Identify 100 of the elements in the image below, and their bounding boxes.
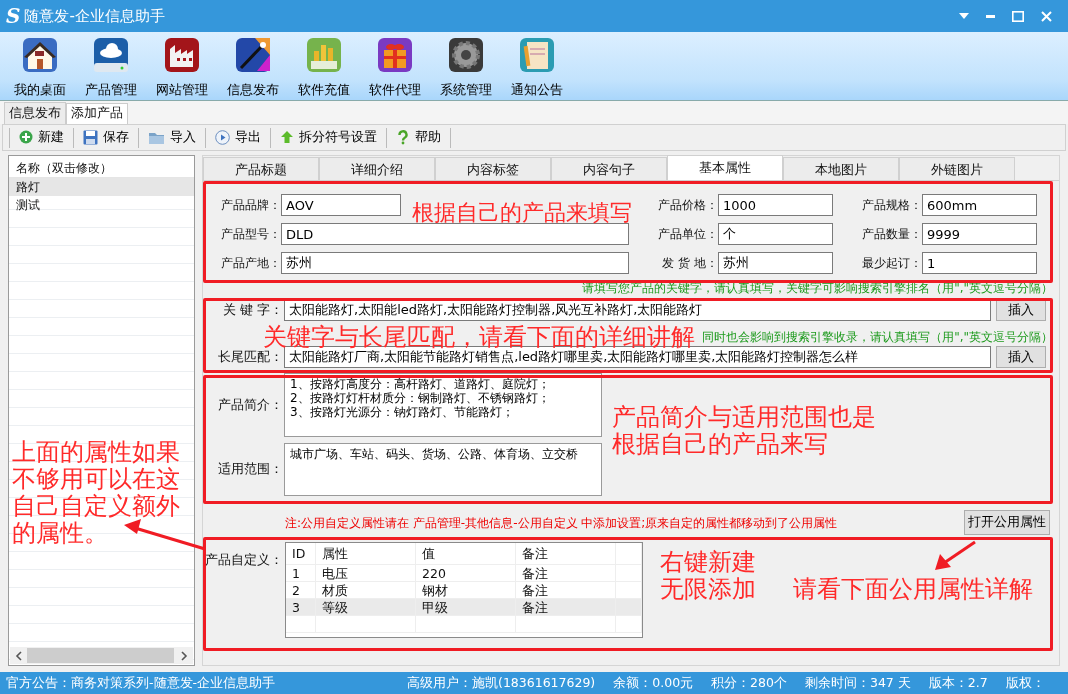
close-icon[interactable]	[1041, 10, 1052, 22]
field-label: 产品型号：	[220, 226, 281, 243]
form-tab[interactable]: 产品标题	[203, 157, 319, 180]
status-text: 高级用户：施凯(18361617629)	[407, 673, 596, 692]
status-text: 版本：2.7	[928, 673, 988, 692]
table-cell: 甲级	[416, 599, 516, 616]
list-item[interactable]: 路灯	[9, 178, 194, 196]
window-title: 随意发-企业信息助手	[24, 5, 165, 27]
annotation-text: 根据自己的产品来填写	[412, 199, 632, 226]
annotation-text: 的属性。	[12, 520, 108, 547]
ribbon-button[interactable]: 产品管理	[75, 32, 146, 100]
scroll-right-icon[interactable]	[180, 651, 188, 661]
ribbon-button[interactable]: 网站管理	[146, 32, 217, 100]
cloud-icon	[92, 37, 129, 73]
minimize-icon[interactable]	[986, 14, 995, 18]
status-text: 积分：280个	[711, 673, 787, 692]
document-tab[interactable]: 添加产品	[66, 103, 128, 124]
insert-button[interactable]: 插入	[996, 346, 1046, 368]
toolbar-button[interactable]: 帮助	[387, 128, 450, 147]
play-icon	[215, 130, 230, 145]
ribbon-button[interactable]: 信息发布	[217, 32, 288, 100]
form-tab[interactable]: 内容句子	[551, 157, 667, 180]
field-label: 最少起订：	[861, 255, 922, 272]
annotation-arrow	[935, 540, 976, 570]
table-row[interactable]: 1 电压 220 备注	[286, 565, 642, 582]
field-label: 发 货 地：	[661, 255, 718, 272]
field-label: 关 键 字：	[222, 300, 283, 319]
table-cell: 3	[286, 599, 316, 616]
column-header[interactable]: 值	[416, 543, 516, 565]
input-field[interactable]: DLD	[281, 223, 629, 245]
input-field[interactable]: 9999	[922, 223, 1037, 245]
toolbar-button[interactable]: 拆分符号设置	[271, 128, 386, 147]
gear-icon	[447, 37, 484, 73]
field-label: 产品品牌：	[220, 197, 281, 214]
annotation-text: 自己自定义额外	[12, 493, 180, 520]
up-arrow-icon	[280, 130, 294, 145]
open-button[interactable]: 打开公用属性	[964, 510, 1050, 535]
form-tab[interactable]: 本地图片	[783, 157, 899, 180]
field-label: 适用范围：	[217, 460, 283, 479]
toolbar-button[interactable]: 导出	[206, 128, 270, 147]
status-text: 余额：0.00元	[613, 673, 694, 692]
toolbar-button[interactable]: 保存	[74, 128, 138, 147]
ribbon-button[interactable]: 通知公告	[501, 32, 572, 100]
table-cell: 等级	[316, 599, 416, 616]
input-field[interactable]: AOV	[281, 194, 401, 216]
toolbar-button[interactable]: 新建	[10, 128, 73, 147]
table-cell: 220	[416, 565, 516, 582]
attribute-table[interactable]: ID 属性 值 备注 1 电压 220 备注 2 材质 钢材 备注 3 等级 甲级 备注	[285, 542, 643, 638]
coins-icon	[305, 37, 342, 73]
app-logo: S	[6, 4, 21, 28]
note-text: 注:公用自定义属性请在 产品管理-其他信息-公用自定义 中添加设置;原来自定的属性都移动到了公用属性	[285, 514, 838, 532]
maximize-icon[interactable]	[1012, 10, 1024, 22]
table-row[interactable]: 3 等级 甲级 备注	[286, 599, 642, 616]
scroll-left-icon[interactable]	[15, 651, 23, 661]
factory-icon	[163, 37, 200, 73]
annotation-text: 请看下面公用属性详解	[793, 576, 1033, 603]
plus-icon	[19, 130, 33, 145]
input-field[interactable]: 1	[922, 252, 1037, 274]
description-field[interactable]: 1、按路灯高度分：高杆路灯、道路灯、庭院灯； 2、按路灯灯杆材质分：钢制路灯、不锈钢路灯； 3、按路灯光源分：钠灯路灯、节能路灯；	[284, 373, 602, 437]
ribbon-button[interactable]: 我的桌面	[4, 32, 75, 100]
house-icon	[21, 37, 58, 73]
question-mark-icon	[396, 130, 410, 145]
field-label: 产品简介：	[217, 395, 283, 414]
hint-text: 同时也会影响到搜索引擎收录，请认真填写（用","英文逗号分隔）	[702, 330, 1053, 344]
status-text: 剩余时间：347 天	[804, 673, 911, 692]
ribbon-button[interactable]: 软件充值	[288, 32, 359, 100]
input-field[interactable]: 苏州	[718, 252, 833, 274]
input-field[interactable]: 1000	[718, 194, 833, 216]
annotation-text: 根据自己的产品来写	[612, 431, 828, 458]
annotation-text: 上面的属性如果	[12, 439, 180, 466]
annotation-text: 无限添加	[660, 576, 756, 603]
input-field[interactable]: 个	[718, 223, 833, 245]
column-header[interactable]: 备注	[516, 543, 616, 565]
text-area[interactable]: 城市广场、车站、码头、货场、公路、体育场、立交桥	[284, 443, 602, 496]
notepad-icon	[518, 37, 555, 73]
ribbon-button[interactable]: 系统管理	[430, 32, 501, 100]
form-tab[interactable]: 外链图片	[899, 157, 1015, 180]
gift-icon	[376, 37, 413, 73]
form-tab[interactable]: 详细介绍	[319, 157, 435, 180]
field-label: 产品单位：	[657, 226, 718, 243]
annotation-text: 不够用可以在这	[12, 466, 180, 493]
wand-icon	[234, 37, 271, 73]
form-tab[interactable]: 基本属性	[667, 155, 783, 180]
list-item[interactable]: 测试	[9, 196, 194, 214]
table-cell: 备注	[516, 565, 616, 582]
input-field[interactable]: 苏州	[281, 252, 629, 274]
horizontal-scrollbar[interactable]	[10, 647, 193, 664]
input-field[interactable]: 太阳能路灯,太阳能led路灯,太阳能路灯控制器,风光互补路灯,太阳能路灯	[284, 299, 991, 321]
toolbar-button[interactable]: 导入	[139, 128, 205, 147]
column-header[interactable]: 属性	[316, 543, 416, 565]
column-header[interactable]: ID	[286, 543, 316, 565]
input-field[interactable]: 600mm	[922, 194, 1037, 216]
insert-button[interactable]: 插入	[996, 299, 1046, 321]
field-label: 长尾匹配：	[217, 348, 283, 366]
document-tab[interactable]: 信息发布	[4, 102, 66, 124]
dropdown-icon[interactable]	[959, 13, 969, 19]
form-tab[interactable]: 内容标签	[435, 157, 551, 180]
annotation-text: 右键新建	[660, 549, 756, 576]
announcement-text: 官方公告：商务对策系列-随意发-企业信息助手	[6, 673, 276, 692]
ribbon-button[interactable]: 软件代理	[359, 32, 430, 100]
